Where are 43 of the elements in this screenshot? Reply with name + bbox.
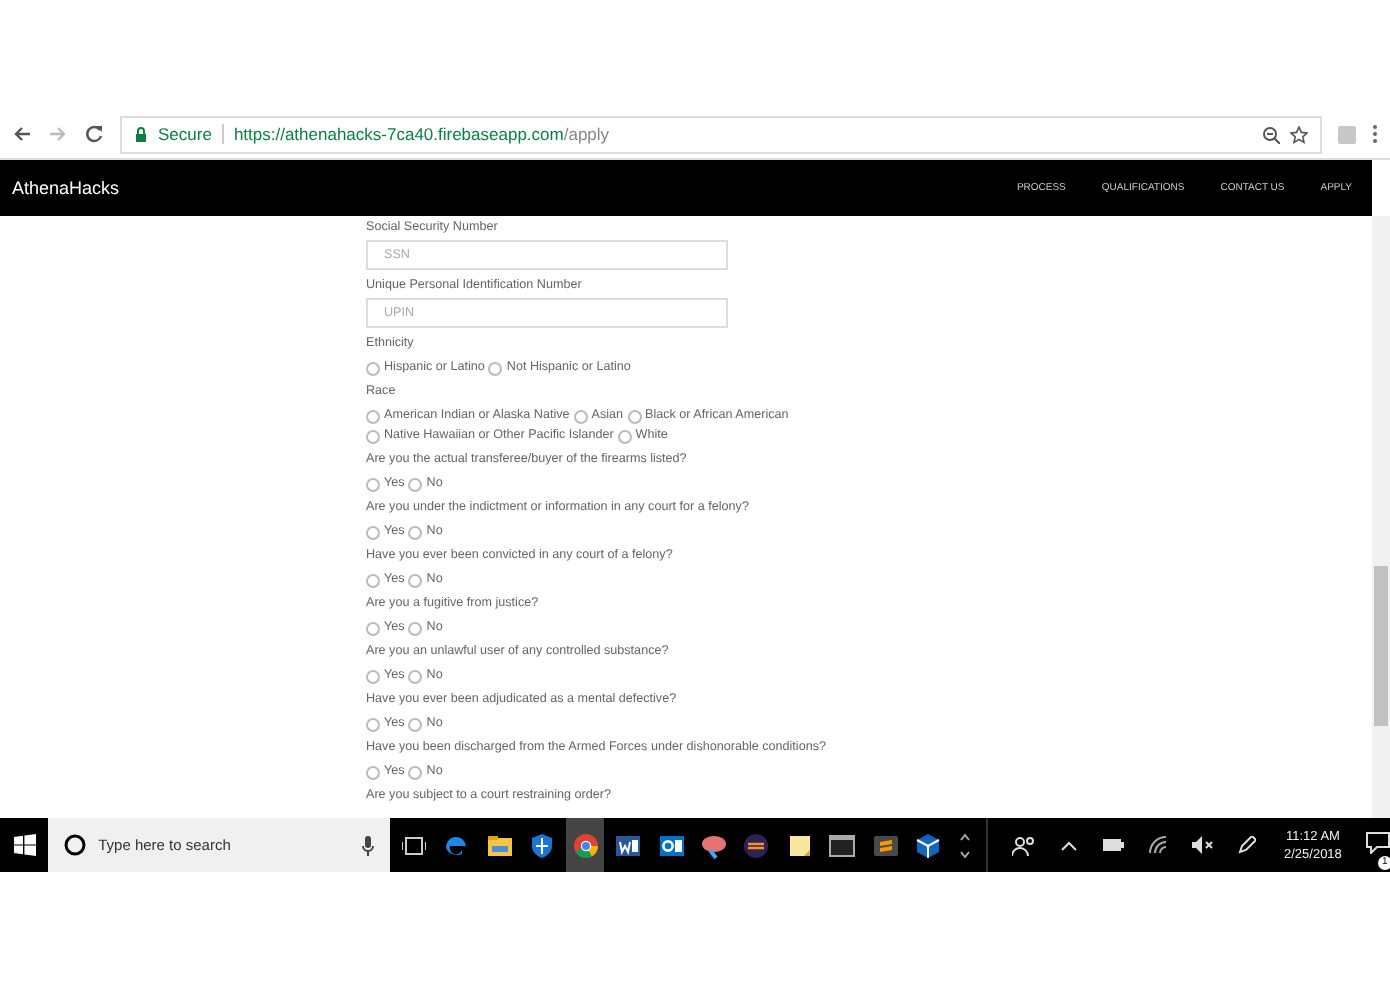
lock-icon [134,126,148,142]
zoom-icon[interactable] [1262,125,1280,143]
menu-icon[interactable] [1372,124,1378,144]
radio-button[interactable] [366,361,380,375]
people-icon[interactable] [1012,835,1036,855]
chrome-icon[interactable] [565,818,605,872]
radio-button[interactable] [408,717,423,731]
radio-button[interactable] [408,477,423,491]
microphone-icon[interactable] [361,835,374,855]
star-icon[interactable] [1290,125,1308,143]
radio-button[interactable] [408,525,423,539]
url-text: https://athenahacks-7ca40.firebaseapp.com/apply [233,124,610,144]
secure-label: Secure [158,124,224,144]
back-arrow-icon[interactable] [12,124,32,144]
radio-button[interactable] [366,573,380,587]
radio-button[interactable] [366,477,380,491]
radio-button[interactable] [408,765,423,779]
radio-button[interactable] [408,621,423,635]
radio-button[interactable] [366,765,380,779]
radio-button[interactable] [366,717,380,731]
speech-bubble-icon [1365,831,1390,853]
chevron-up-icon[interactable] [1060,839,1078,851]
reload-icon[interactable] [84,124,104,144]
radio-button[interactable] [366,409,380,423]
battery-icon[interactable] [1102,838,1124,852]
radio-button[interactable] [573,409,588,423]
speaker-muted-icon[interactable] [1192,836,1214,854]
radio-button[interactable] [408,669,423,683]
brand-link[interactable]: AthenaHacks [12,178,120,198]
radio-button[interactable] [627,409,642,423]
address-bar[interactable]: Secure https://athenahacks-7ca40.firebaseapp.com/apply [120,115,1322,153]
radio-button[interactable] [366,525,380,539]
radio-button[interactable] [366,429,380,443]
wifi-icon[interactable] [1148,836,1168,854]
radio-button[interactable] [488,361,503,375]
pen-icon[interactable] [1238,836,1256,854]
radio-button[interactable] [366,621,380,635]
scrollbar[interactable] [1372,216,1390,818]
radio-button[interactable] [408,573,423,587]
cortana-circle-icon [64,834,87,856]
radio-button[interactable] [366,669,380,683]
scroll-arrows-icon[interactable] [960,831,971,859]
radio-button[interactable] [617,429,632,443]
